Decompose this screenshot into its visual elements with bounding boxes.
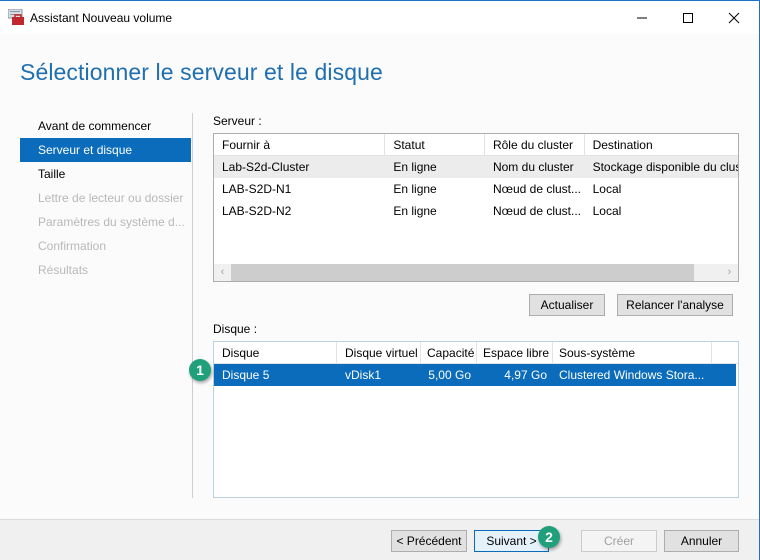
server-status: En ligne	[393, 204, 437, 218]
column-header-capacity[interactable]: Capacité	[421, 342, 477, 364]
window-title: Assistant Nouveau volume	[30, 11, 173, 25]
scroll-left-icon[interactable]: ‹	[214, 264, 231, 281]
server-row[interactable]: LAB-S2D-N2 En ligne Nœud de clust... Loc…	[214, 200, 738, 222]
create-button: Créer	[581, 530, 657, 552]
column-header-cluster-role[interactable]: Rôle du cluster	[485, 134, 585, 156]
server-destination: Local	[592, 182, 622, 196]
horizontal-scrollbar[interactable]: ‹ ›	[214, 264, 738, 281]
refresh-button[interactable]: Actualiser	[529, 294, 605, 316]
wizard-nav: Avant de commencer Serveur et disque Tai…	[20, 114, 191, 282]
nav-item-server-and-disk[interactable]: Serveur et disque	[20, 138, 191, 162]
column-header-disk[interactable]: Disque	[214, 342, 337, 364]
callout-badge-1: 1	[189, 359, 211, 381]
server-cluster-role: Nœud de clust...	[492, 182, 581, 196]
maximize-button[interactable]	[665, 1, 711, 34]
server-label: Serveur :	[213, 114, 262, 128]
column-header-subsystem[interactable]: Sous-système	[553, 342, 712, 364]
column-header-virtual-disk[interactable]: Disque virtuel	[337, 342, 421, 364]
nav-item-drive-letter: Lettre de lecteur ou dossier	[38, 191, 184, 205]
nav-item-size[interactable]: Taille	[20, 162, 191, 186]
minimize-icon	[637, 17, 647, 18]
server-cluster-role: Nœud de clust...	[492, 204, 581, 218]
nav-item-confirmation: Confirmation	[38, 239, 107, 253]
disk-subsystem: Clustered Windows Stora...	[559, 368, 705, 382]
server-status: En ligne	[393, 160, 437, 174]
column-header-provide-to[interactable]: Fournir à	[214, 134, 386, 156]
server-row[interactable]: Lab-S2d-Cluster En ligne Nom du cluster …	[214, 156, 738, 178]
app-icon	[8, 9, 24, 25]
server-row[interactable]: LAB-S2D-N1 En ligne Nœud de clust... Loc…	[214, 178, 738, 200]
close-button[interactable]	[711, 1, 757, 34]
disk-free-space: 4,97 Go	[504, 368, 547, 382]
disk-label: Disque :	[213, 322, 258, 336]
server-cluster-role: Nom du cluster	[492, 160, 574, 174]
callout-badge-2: 2	[538, 526, 560, 548]
page-title: Sélectionner le serveur et le disque	[20, 59, 383, 85]
server-name: LAB-S2D-N2	[222, 204, 292, 218]
wizard-window: Assistant Nouveau volume Sélectionner le…	[0, 0, 760, 560]
maximize-icon	[683, 12, 693, 23]
server-destination: Stockage disponible du clus	[592, 160, 738, 174]
server-name: LAB-S2D-N1	[222, 182, 292, 196]
server-name: Lab-S2d-Cluster	[222, 160, 310, 174]
server-grid[interactable]: Fournir à Statut Rôle du cluster Destina…	[213, 133, 739, 282]
disk-grid-header: Disque Disque virtuel Capacité Espace li…	[214, 342, 738, 364]
scrollbar-thumb[interactable]	[231, 264, 694, 281]
server-status: En ligne	[393, 182, 437, 196]
disk-virtual-disk: vDisk1	[345, 368, 382, 382]
column-header-free-space[interactable]: Espace libre	[477, 342, 553, 364]
nav-item-results: Résultats	[38, 263, 89, 277]
column-header-destination[interactable]: Destination	[585, 134, 738, 156]
disk-capacity: 5,00 Go	[428, 368, 471, 382]
title-bar: Assistant Nouveau volume	[0, 1, 759, 34]
nav-item-before-you-begin[interactable]: Avant de commencer	[20, 114, 191, 138]
previous-button[interactable]: < Précédent	[391, 530, 467, 552]
server-destination: Local	[592, 204, 622, 218]
close-icon	[728, 12, 740, 23]
server-grid-header: Fournir à Statut Rôle du cluster Destina…	[214, 134, 738, 156]
column-header-filler	[712, 342, 738, 364]
column-header-status[interactable]: Statut	[385, 134, 485, 156]
disk-name: Disque 5	[222, 368, 270, 382]
disk-row[interactable]: Disque 5 vDisk1 5,00 Go 4,97 Go Clustere…	[214, 364, 736, 386]
cancel-button[interactable]: Annuler	[664, 530, 739, 552]
nav-divider	[192, 113, 193, 498]
nav-item-filesystem-settings: Paramètres du système d...	[38, 215, 185, 229]
rescan-button[interactable]: Relancer l'analyse	[617, 294, 733, 316]
scroll-right-icon[interactable]: ›	[721, 264, 738, 281]
minimize-button[interactable]	[619, 1, 665, 34]
disk-grid[interactable]: Disque Disque virtuel Capacité Espace li…	[213, 341, 739, 498]
